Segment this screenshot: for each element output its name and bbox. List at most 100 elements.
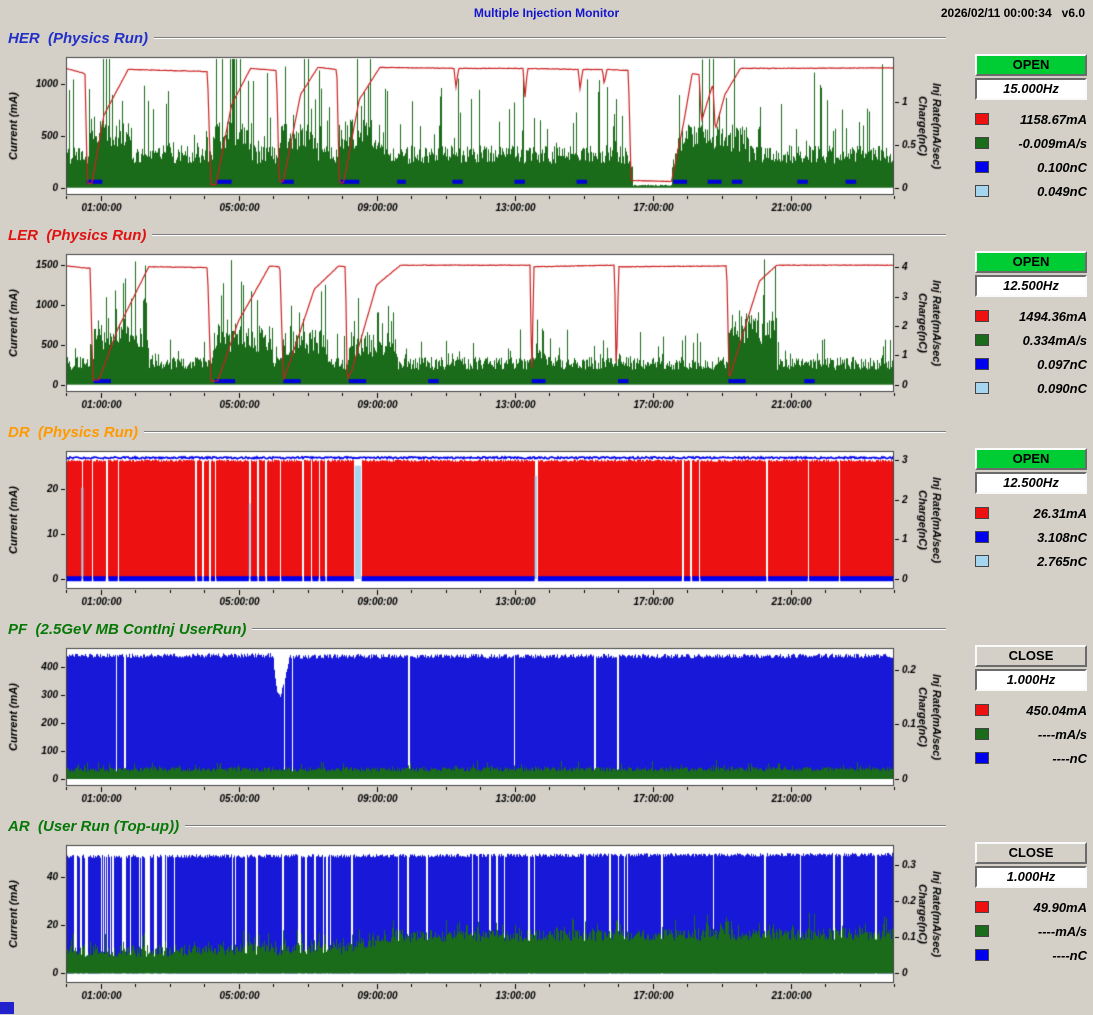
dr-panel-header: DR (Physics Run)	[0, 420, 948, 444]
current-rate-swatch-icon	[975, 728, 989, 740]
pf-side-panel: CLOSE 1.000Hz 450.04mA ----mA/s ----nC	[948, 617, 1093, 814]
readout-value: 0.049nC	[989, 184, 1087, 199]
panel-ler: LER (Physics Run) OPEN 12.500Hz 1494.36m…	[0, 223, 1093, 420]
pf-readouts: 450.04mA ----mA/s ----nC	[975, 700, 1087, 768]
readout-row: -0.009mA/s	[975, 133, 1087, 153]
ler-chart-area: LER (Physics Run)	[0, 223, 948, 420]
her-readouts: 1158.67mA -0.009mA/s 0.100nC 0.049nC	[975, 109, 1087, 201]
ler-readouts: 1494.36mA 0.334mA/s 0.097nC 0.090nC	[975, 306, 1087, 398]
divider-line	[185, 825, 946, 827]
divider-line	[152, 234, 946, 236]
pf-strip-chart	[0, 641, 948, 811]
readout-row: ----mA/s	[975, 921, 1087, 941]
readout-value: 0.334mA/s	[989, 333, 1087, 348]
ler-strip-chart	[0, 247, 948, 417]
readout-row: 1158.67mA	[975, 109, 1087, 129]
ar-panel-title: AR (User Run (Top-up))	[8, 818, 179, 835]
current-rate-swatch-icon	[975, 334, 989, 346]
ler-panel-header: LER (Physics Run)	[0, 223, 948, 247]
divider-line	[252, 628, 946, 630]
readout-value: 0.090nC	[989, 381, 1087, 396]
readout-value: 1494.36mA	[989, 309, 1087, 324]
readout-value: ----mA/s	[989, 924, 1087, 939]
ler-shutter-status-button[interactable]: OPEN	[975, 251, 1087, 273]
dr-panel-title: DR (Physics Run)	[8, 424, 138, 441]
charge-swatch-icon	[975, 531, 989, 543]
current-rate-swatch-icon	[975, 925, 989, 937]
readout-row: ----nC	[975, 945, 1087, 965]
charge2-swatch-icon	[975, 555, 989, 567]
ler-injection-frequency: 12.500Hz	[975, 275, 1087, 297]
panel-ar: AR (User Run (Top-up)) CLOSE 1.000Hz 49.…	[0, 814, 1093, 1011]
current-swatch-icon	[975, 310, 989, 322]
charge-swatch-icon	[975, 161, 989, 173]
ar-strip-chart	[0, 838, 948, 1008]
app-title: Multiple Injection Monitor	[0, 6, 1093, 20]
pf-chart-area: PF (2.5GeV MB ContInj UserRun)	[0, 617, 948, 814]
readout-row: 26.31mA	[975, 503, 1087, 523]
readout-row: 450.04mA	[975, 700, 1087, 720]
readout-value: 26.31mA	[989, 506, 1087, 521]
her-injection-frequency: 15.000Hz	[975, 78, 1087, 100]
ler-side-panel: OPEN 12.500Hz 1494.36mA 0.334mA/s 0.097n…	[948, 223, 1093, 420]
her-chart-area: HER (Physics Run)	[0, 26, 948, 223]
corner-grip[interactable]	[0, 1002, 14, 1014]
datetime-label: 2026/02/11 00:00:34	[941, 6, 1052, 20]
readout-value: 2.765nC	[989, 554, 1087, 569]
divider-line	[144, 431, 946, 433]
readout-row: 0.100nC	[975, 157, 1087, 177]
dr-side-panel: OPEN 12.500Hz 26.31mA 3.108nC 2.765nC	[948, 420, 1093, 617]
charge2-swatch-icon	[975, 382, 989, 394]
ar-panel-header: AR (User Run (Top-up))	[0, 814, 948, 838]
readout-row: ----mA/s	[975, 724, 1087, 744]
readout-value: 1158.67mA	[989, 112, 1087, 127]
readout-value: 0.097nC	[989, 357, 1087, 372]
ler-panel-title: LER (Physics Run)	[8, 227, 146, 244]
her-shutter-status-button[interactable]: OPEN	[975, 54, 1087, 76]
charge-swatch-icon	[975, 752, 989, 764]
charge-swatch-icon	[975, 358, 989, 370]
panel-dr: DR (Physics Run) OPEN 12.500Hz 26.31mA 3…	[0, 420, 1093, 617]
charge-swatch-icon	[975, 949, 989, 961]
readout-row: 0.049nC	[975, 181, 1087, 201]
readout-value: 3.108nC	[989, 530, 1087, 545]
readout-value: ----nC	[989, 751, 1087, 766]
her-panel-header: HER (Physics Run)	[0, 26, 948, 50]
divider-line	[154, 37, 946, 39]
readout-row: 0.334mA/s	[975, 330, 1087, 350]
charge2-swatch-icon	[975, 185, 989, 197]
readout-value: ----nC	[989, 948, 1087, 963]
current-swatch-icon	[975, 901, 989, 913]
dr-strip-chart	[0, 444, 948, 614]
ar-injection-frequency: 1.000Hz	[975, 866, 1087, 888]
current-swatch-icon	[975, 704, 989, 716]
ar-shutter-status-button[interactable]: CLOSE	[975, 842, 1087, 864]
ar-side-panel: CLOSE 1.000Hz 49.90mA ----mA/s ----nC	[948, 814, 1093, 1011]
ar-readouts: 49.90mA ----mA/s ----nC	[975, 897, 1087, 965]
readout-value: 450.04mA	[989, 703, 1087, 718]
pf-shutter-status-button[interactable]: CLOSE	[975, 645, 1087, 667]
readout-row: 1494.36mA	[975, 306, 1087, 326]
app-header: Multiple Injection Monitor 2026/02/11 00…	[0, 0, 1093, 26]
dr-chart-area: DR (Physics Run)	[0, 420, 948, 617]
readout-row: 2.765nC	[975, 551, 1087, 571]
readout-value: 49.90mA	[989, 900, 1087, 915]
readout-value: -0.009mA/s	[989, 136, 1087, 151]
panel-her: HER (Physics Run) OPEN 15.000Hz 1158.67m…	[0, 26, 1093, 223]
readout-row: ----nC	[975, 748, 1087, 768]
current-swatch-icon	[975, 113, 989, 125]
pf-panel-title: PF (2.5GeV MB ContInj UserRun)	[8, 621, 246, 638]
readout-row: 49.90mA	[975, 897, 1087, 917]
header-meta: 2026/02/11 00:00:34 v6.0	[941, 6, 1085, 20]
readout-value: 0.100nC	[989, 160, 1087, 175]
readout-value: ----mA/s	[989, 727, 1087, 742]
readout-row: 0.090nC	[975, 378, 1087, 398]
pf-injection-frequency: 1.000Hz	[975, 669, 1087, 691]
current-swatch-icon	[975, 507, 989, 519]
dr-shutter-status-button[interactable]: OPEN	[975, 448, 1087, 470]
readout-row: 0.097nC	[975, 354, 1087, 374]
panel-pf: PF (2.5GeV MB ContInj UserRun) CLOSE 1.0…	[0, 617, 1093, 814]
pf-panel-header: PF (2.5GeV MB ContInj UserRun)	[0, 617, 948, 641]
version-label: v6.0	[1062, 6, 1085, 20]
dr-injection-frequency: 12.500Hz	[975, 472, 1087, 494]
